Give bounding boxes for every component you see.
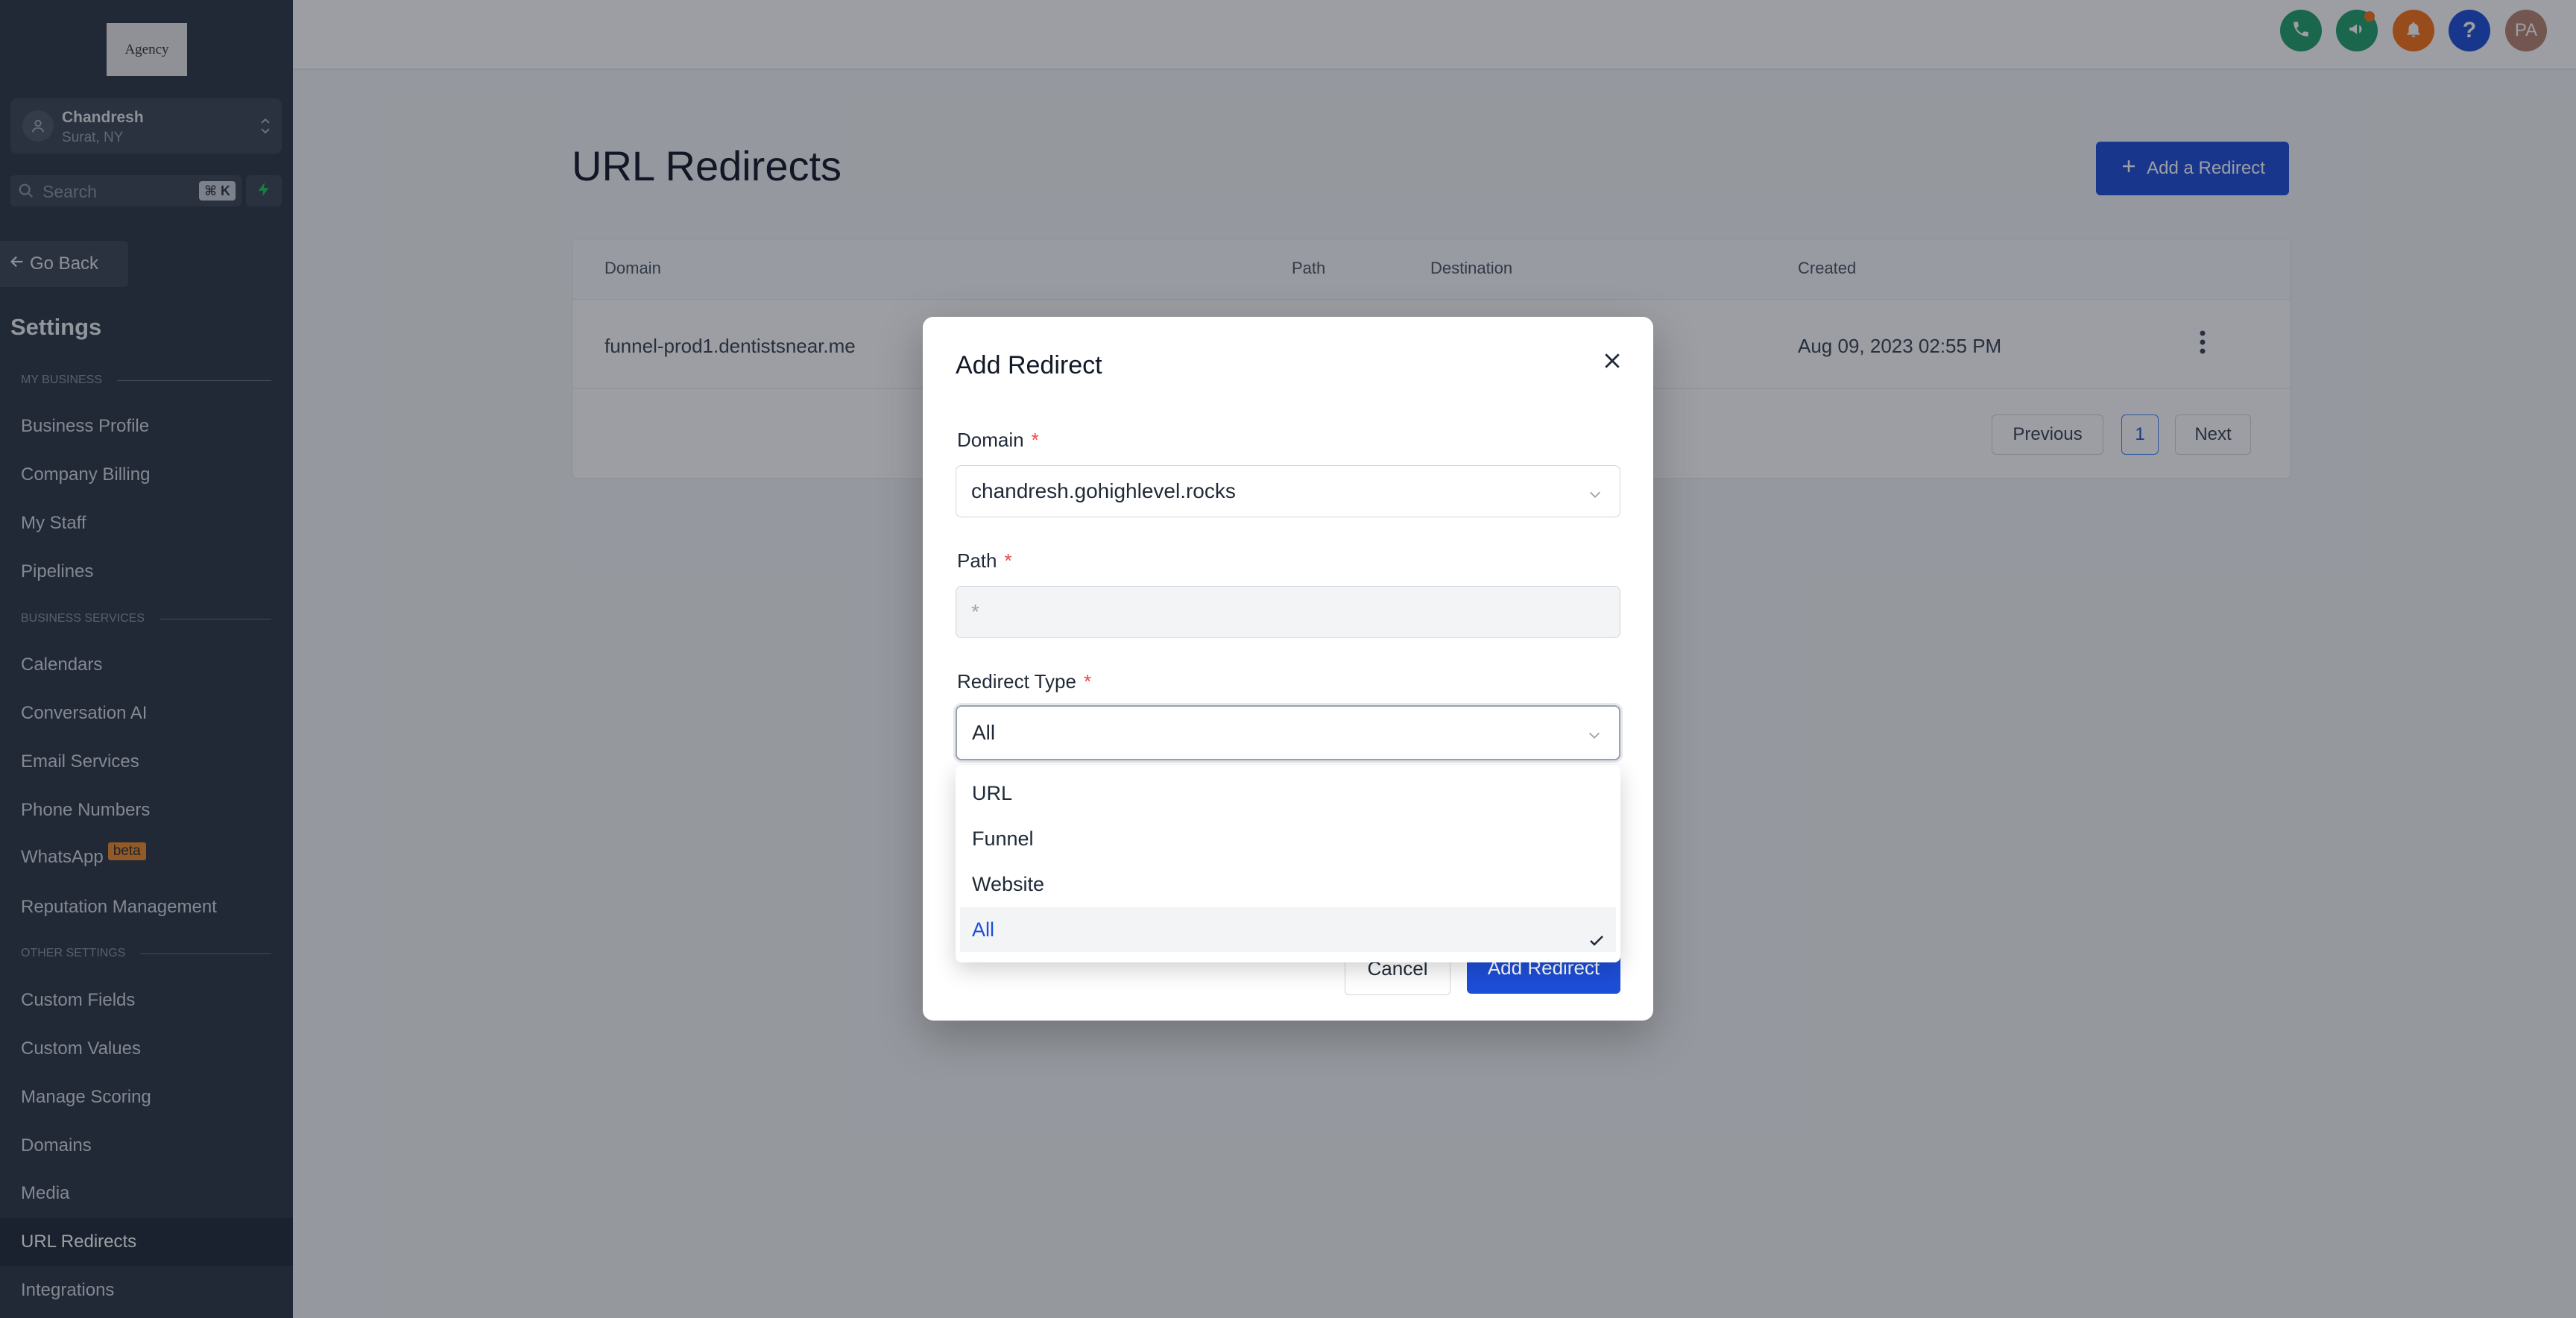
redirect-type-value: All <box>972 721 996 744</box>
option-funnel[interactable]: Funnel <box>956 816 1620 861</box>
redirect-type-select[interactable]: All <box>956 705 1620 760</box>
domain-value: chandresh.gohighlevel.rocks <box>971 479 1236 502</box>
path-label: Path * <box>957 549 1012 572</box>
redirect-type-label: Redirect Type * <box>957 670 1092 693</box>
domain-label: Domain * <box>957 429 1039 451</box>
path-placeholder: * <box>971 600 979 623</box>
check-icon <box>1588 921 1606 965</box>
option-url[interactable]: URL <box>956 771 1620 816</box>
path-input[interactable]: * <box>956 586 1620 638</box>
option-all-label: All <box>972 918 995 941</box>
option-all[interactable]: All <box>960 907 1616 952</box>
close-icon[interactable] <box>1601 350 1623 376</box>
domain-select[interactable]: chandresh.gohighlevel.rocks <box>956 465 1620 517</box>
chevron-down-icon <box>1587 484 1603 508</box>
option-website[interactable]: Website <box>956 862 1620 906</box>
redirect-type-dropdown: URL Funnel Website All <box>956 765 1620 962</box>
chevron-down-icon <box>1586 725 1603 748</box>
dialog-title: Add Redirect <box>956 351 1102 379</box>
